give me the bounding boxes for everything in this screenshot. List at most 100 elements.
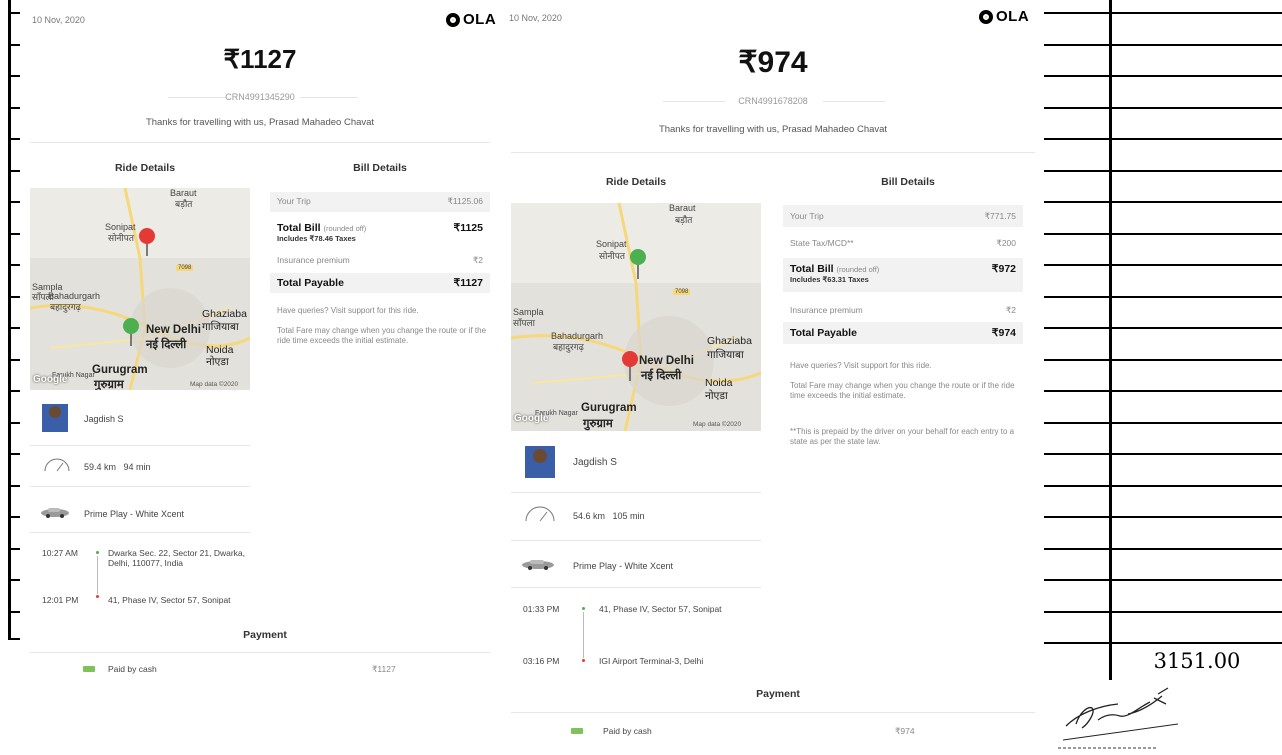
car-model: Prime Play - White Xcent [573,561,674,571]
ledger-row-line [1044,484,1282,487]
drop-address: IGI Airport Terminal-3, Delhi [599,656,704,666]
bill-row-total-payable: Total Payable ₹1127 [270,273,490,293]
ledger-row-line [1044,264,1282,266]
fare-note: Total Fare may change when you change th… [790,381,1015,400]
ledger-row-line [1044,12,1282,14]
ledger-left-border [8,0,11,640]
duration-value: 94 min [123,462,151,472]
divider [30,652,490,653]
ledger-row-line [1044,138,1282,140]
bill-row-insurance: Insurance premium ₹2 [270,252,490,270]
bill-value: ₹1125 [453,222,483,234]
ola-ring-icon [979,9,993,24]
support-link[interactable]: Have queries? Visit support for this rid… [790,361,1025,371]
map-label: साँपला [513,318,535,328]
bill-value: ₹200 [996,238,1016,248]
map-label: बहादुरगढ़ [553,342,584,352]
bill-value: ₹1125.06 [447,196,483,206]
duration-value: 105 min [612,511,645,521]
pickup-time: 01:33 PM [523,604,560,614]
map-credit: Map data ©2020 [190,381,239,388]
google-logo: Google [514,413,549,424]
ledger-row-line [1044,295,1282,298]
distance-value: 54.6 km [573,511,606,521]
drop-dot-icon [96,595,99,598]
map-label: नोएडा [705,390,728,402]
map-label: सोनीपत [599,251,625,261]
ledger-row-line [1044,453,1282,455]
payment-method: Paid by cash [108,664,157,674]
bill-label: Total Payable [277,277,344,289]
highway-shield: 7098 [673,289,691,295]
map-label: गाजियाबा [202,321,239,333]
map-label: New Delhi [146,324,201,336]
car-icon [522,560,554,570]
ola-ring-icon [446,12,460,27]
ledger-row-line [1044,327,1282,329]
map-label: गुरुग्राम [94,379,124,390]
ledger-row-line [1044,516,1282,518]
bill-value: ₹771.75 [984,211,1016,221]
bill-row-state-tax: State Tax/MCD** ₹200 [783,234,1023,252]
divider [511,712,1035,713]
handwritten-signature [1058,687,1179,749]
support-link[interactable]: Have queries? Visit support for this rid… [277,306,487,316]
payment-title: Payment [243,629,287,641]
divider [511,152,1035,153]
bill-label: State Tax/MCD** [790,238,854,248]
payment-amount: ₹974 [895,726,915,736]
drop-pin-icon [622,351,638,381]
payment-title: Payment [756,688,800,700]
drop-pin-icon [139,228,155,256]
bill-label: Insurance premium [790,305,863,315]
bill-label: Total Bill [277,222,321,234]
speedometer-icon [525,506,555,522]
ledger-total: 3151.00 [1153,649,1241,673]
payment-method: Paid by cash [603,726,652,736]
pickup-address: Dwarka Sec. 22, Sector 21, Dwarka, Delhi… [108,548,246,568]
ride-details-title: Ride Details [605,176,667,188]
receipt-1: 10 Nov, 2020 OLA ₹1127 CRN4991345290 Tha… [20,0,500,680]
prepaid-note: **This is prepaid by the driver on your … [790,427,1015,446]
map-label: Ghaziaba [202,308,247,320]
route-line [97,556,98,594]
rounded-note: (rounded off) [323,224,367,233]
rounded-note: (rounded off) [836,265,880,274]
cash-icon [571,728,583,734]
trip-distance: 54.6 km 105 min [573,511,645,521]
trip-distance: 59.4 km 94 min [84,462,151,472]
ola-logo: OLA [446,11,496,28]
cash-icon [83,666,95,672]
receipt-amount: ₹1127 [223,44,297,74]
driver-avatar [525,446,555,478]
drop-address: 41, Phase IV, Sector 57, Sonipat [108,595,231,605]
receipt-2: 10 Nov, 2020 OLA ₹974 CRN4991678208 Than… [503,0,1043,755]
route-line [583,612,584,658]
payment-amount: ₹1127 [372,664,396,674]
bill-details-title: Bill Details [353,162,407,174]
map-label: Gurugram [581,402,637,414]
route-map: Baraut बड़ौत Sonipat सोनीपत Sampla साँपल… [30,188,250,390]
map-label: Gurugram [92,364,148,376]
fare-note: Total Fare may change when you change th… [277,326,487,345]
ledger-row-line [1044,642,1282,644]
ola-logo: OLA [979,8,1029,25]
map-label: नई दिल्ली [641,370,682,382]
map-label: Baraut [669,203,696,213]
ledger-row-line [1044,43,1282,46]
bill-details-title: Bill Details [881,176,935,188]
divider [511,492,761,493]
ledger-row-line [1044,201,1282,203]
pickup-pin-icon [123,318,139,346]
pickup-dot-icon [582,607,585,610]
divider [30,445,250,446]
map-label: Noida [705,377,733,389]
bill-value: ₹1127 [453,277,483,289]
map-label: Ghaziaba [707,335,752,347]
map-label: सोनीपत [108,233,134,243]
bill-row-total-payable: Total Payable ₹974 [783,322,1023,344]
pickup-pin-icon [630,249,646,279]
pickup-dot-icon [96,551,99,554]
map-label: Sonipat [596,239,627,249]
thanks-message: Thanks for travelling with us, Prasad Ma… [658,124,888,135]
